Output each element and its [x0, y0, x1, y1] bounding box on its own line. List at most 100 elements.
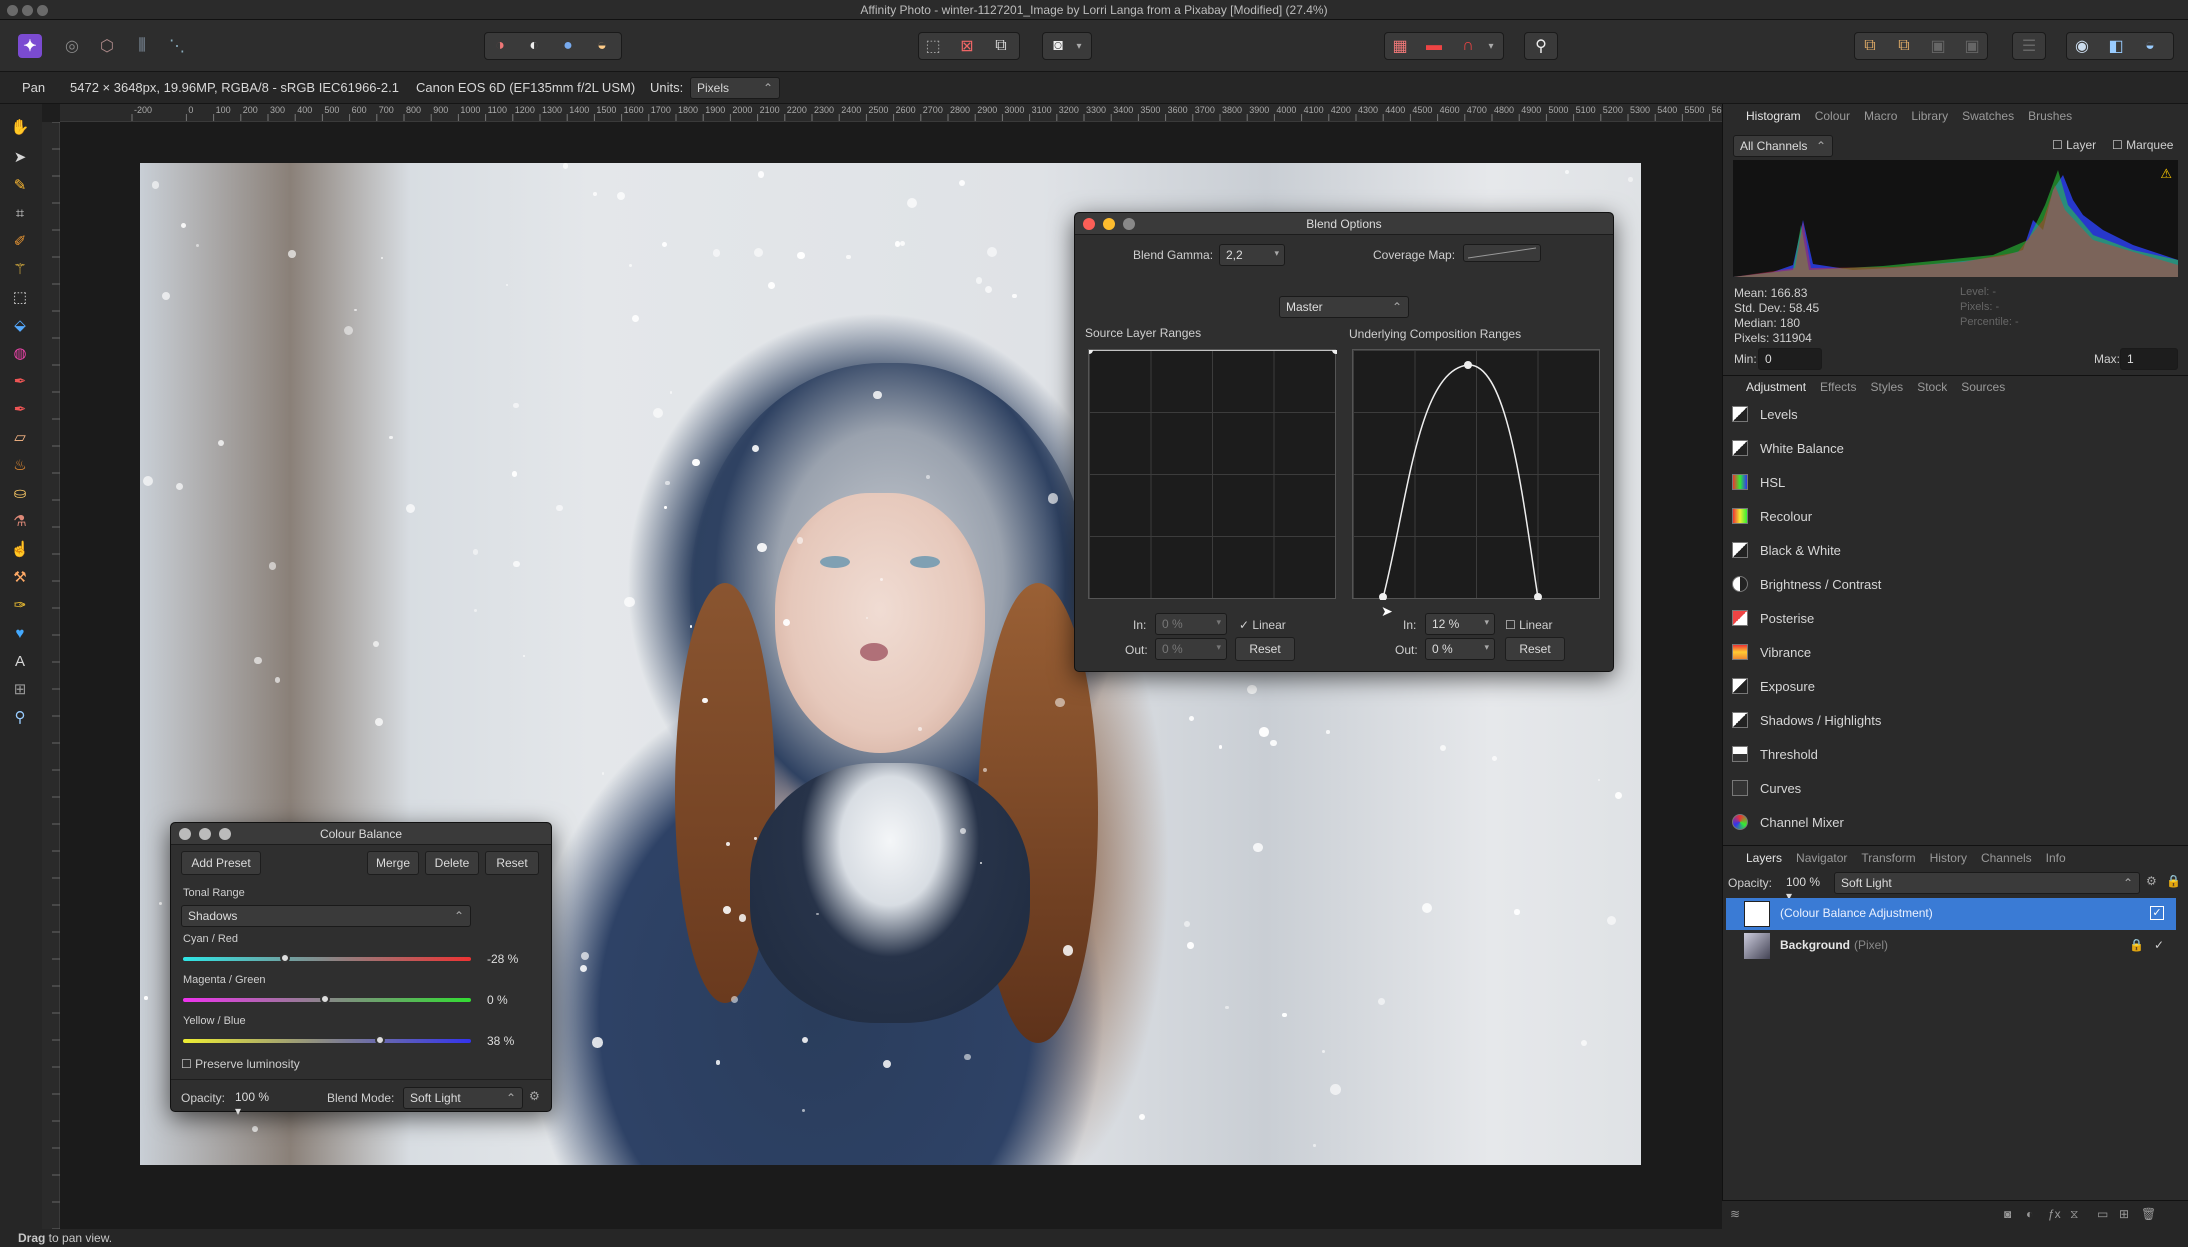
- yellow-blue-value[interactable]: 38 %: [481, 1031, 541, 1051]
- inpainting-tool-icon[interactable]: ⚒: [9, 566, 31, 588]
- magenta-green-slider[interactable]: [183, 994, 471, 1004]
- layer-lock-icon[interactable]: 🔒: [2129, 938, 2144, 952]
- adjustment-curves[interactable]: Curves: [1722, 771, 2188, 805]
- delete-button[interactable]: Delete: [425, 851, 479, 875]
- cb-reset-button[interactable]: Reset: [485, 851, 539, 875]
- layer-row-background[interactable]: Background (Pixel) 🔒 ✓: [1726, 930, 2176, 962]
- add-boolean-icon[interactable]: ◉: [2070, 34, 2094, 58]
- layers-settings-gear-icon[interactable]: ⚙: [2146, 874, 2157, 888]
- crop-tool-icon[interactable]: ⌗: [9, 202, 31, 224]
- source-out-field[interactable]: 0 % ▾: [1155, 638, 1227, 660]
- tab-styles[interactable]: Styles: [1871, 380, 1904, 394]
- rectangular-marquee-tool-icon[interactable]: ⬚: [9, 286, 31, 308]
- affinity-photo-persona-icon[interactable]: ✦: [18, 34, 42, 58]
- export-persona-icon[interactable]: ⋱: [165, 34, 189, 58]
- move-tool-icon[interactable]: ➤: [9, 146, 31, 168]
- flood-select-tool-icon[interactable]: ⚚: [9, 258, 31, 280]
- tone-mapping-persona-icon[interactable]: ⫼: [130, 34, 154, 58]
- snapping-icon[interactable]: ∩: [1456, 34, 1480, 58]
- smudge-tool-icon[interactable]: ☝: [9, 538, 31, 560]
- adjustment-hsl[interactable]: HSL: [1722, 465, 2188, 499]
- magenta-green-value[interactable]: 0 %: [481, 990, 541, 1010]
- delete-layer-icon[interactable]: 🗑: [2141, 1207, 2156, 1221]
- tab-layers[interactable]: Layers: [1746, 851, 1782, 865]
- color-picker-tool-icon[interactable]: ✎: [9, 174, 31, 196]
- tab-swatches[interactable]: Swatches: [1962, 109, 2014, 123]
- adjustment-black-white[interactable]: Black & White: [1722, 533, 2188, 567]
- add-preset-button[interactable]: Add Preset: [181, 851, 261, 875]
- layers-lock-icon[interactable]: 🔒: [2166, 874, 2181, 888]
- shape-tool-icon[interactable]: ♥: [9, 622, 31, 644]
- histogram-marquee-checkbox[interactable]: ☐ Marquee: [2112, 138, 2173, 152]
- liquify-persona-icon[interactable]: ◎: [60, 34, 84, 58]
- quick-mask-icon[interactable]: ◙: [1046, 34, 1070, 58]
- histogram-channel-select[interactable]: All Channels ⌃: [1733, 135, 1833, 157]
- tab-macro[interactable]: Macro: [1864, 109, 1897, 123]
- merge-button[interactable]: Merge: [367, 851, 419, 875]
- add-adjustment-icon[interactable]: ◐: [2026, 1207, 2033, 1221]
- underlying-node-1[interactable]: [1379, 593, 1387, 600]
- clone-tool-icon[interactable]: ⛀: [9, 482, 31, 504]
- underlying-linear-checkbox[interactable]: ☐ Linear: [1505, 618, 1552, 632]
- marquee-select-icon[interactable]: ⬚: [921, 34, 945, 58]
- hand-tool-icon[interactable]: ✋: [9, 116, 31, 138]
- tab-transform[interactable]: Transform: [1861, 851, 1915, 865]
- color-replacement-tool-icon[interactable]: ✒: [9, 398, 31, 420]
- coverage-map-button[interactable]: [1463, 244, 1541, 262]
- source-reset-button[interactable]: Reset: [1235, 637, 1295, 661]
- tab-histogram[interactable]: Histogram: [1746, 109, 1801, 123]
- blend-close-button[interactable]: [1083, 218, 1095, 230]
- adjustment-shadows-highlights[interactable]: Shadows / Highlights: [1722, 703, 2188, 737]
- live-filter-icon[interactable]: ⧖: [2070, 1207, 2078, 1222]
- adjustment-posterise[interactable]: Posterise: [1722, 601, 2188, 635]
- selection-brush-tool-icon[interactable]: ✐: [9, 230, 31, 252]
- magenta-green-knob[interactable]: [320, 994, 330, 1004]
- cb-opacity-field[interactable]: 100 % ▾: [229, 1087, 281, 1121]
- tab-stock[interactable]: Stock: [1917, 380, 1947, 394]
- adjustment-vibrance[interactable]: Vibrance: [1722, 635, 2188, 669]
- layer-visibility-checkbox-2[interactable]: ✓: [2154, 938, 2164, 952]
- cb-settings-gear-icon[interactable]: ⚙: [529, 1089, 540, 1103]
- underlying-ranges-graph[interactable]: [1352, 349, 1600, 600]
- dodge-tool-icon[interactable]: ♨: [9, 454, 31, 476]
- gradient-tool-icon[interactable]: ◍: [9, 342, 31, 364]
- cyan-red-value[interactable]: -28 %: [481, 949, 541, 969]
- intersect-boolean-icon[interactable]: ◒: [2138, 34, 2162, 58]
- subtract-boolean-icon[interactable]: ◧: [2104, 34, 2128, 58]
- align-icon[interactable]: ☰: [2017, 34, 2041, 58]
- cb-zoom-button[interactable]: [219, 828, 231, 840]
- units-select[interactable]: Pixels ⌃: [690, 77, 780, 99]
- add-mask-icon[interactable]: ◙: [2004, 1207, 2011, 1221]
- develop-persona-icon[interactable]: ⬡: [95, 34, 119, 58]
- underlying-in-field[interactable]: 12 % ▾: [1425, 613, 1495, 635]
- new-group-icon[interactable]: ▭: [2097, 1207, 2108, 1221]
- adjustment-white-balance[interactable]: White Balance: [1722, 431, 2188, 465]
- tab-colour[interactable]: Colour: [1815, 109, 1850, 123]
- tab-info[interactable]: Info: [2046, 851, 2066, 865]
- erase-brush-tool-icon[interactable]: ▱: [9, 426, 31, 448]
- source-in-field[interactable]: 0 % ▾: [1155, 613, 1227, 635]
- guides-icon[interactable]: ▬: [1422, 34, 1446, 58]
- layer-row-colour-balance[interactable]: (Colour Balance Adjustment) ✓: [1726, 898, 2176, 930]
- deselect-icon[interactable]: ⊠: [955, 34, 979, 58]
- add-fx-icon[interactable]: ƒx: [2048, 1207, 2061, 1221]
- assistant-icon[interactable]: ⚲: [1529, 34, 1553, 58]
- pen-tool-icon[interactable]: ✑: [9, 594, 31, 616]
- source-node-left[interactable]: [1089, 350, 1093, 354]
- channel-select[interactable]: Master ⌃: [1279, 296, 1409, 318]
- move-to-front-icon[interactable]: ▣: [1926, 34, 1950, 58]
- cb-blend-mode-select[interactable]: Soft Light ⌃: [403, 1087, 523, 1109]
- text-tool-icon[interactable]: A: [9, 650, 31, 672]
- cyan-red-slider[interactable]: [183, 953, 471, 963]
- underlying-node-2[interactable]: [1464, 361, 1472, 369]
- auto-white-balance-icon[interactable]: ◒: [590, 34, 614, 58]
- underlying-node-3[interactable]: [1534, 593, 1542, 600]
- histogram-max-field[interactable]: 1: [2120, 348, 2178, 370]
- cb-close-button[interactable]: [179, 828, 191, 840]
- move-forward-icon[interactable]: ⧉: [1892, 34, 1916, 58]
- auto-contrast-icon[interactable]: ◐: [522, 34, 546, 58]
- auto-levels-icon[interactable]: ◑: [488, 34, 512, 58]
- source-node-right[interactable]: [1332, 350, 1337, 354]
- tab-effects[interactable]: Effects: [1820, 380, 1856, 394]
- tab-library[interactable]: Library: [1911, 109, 1948, 123]
